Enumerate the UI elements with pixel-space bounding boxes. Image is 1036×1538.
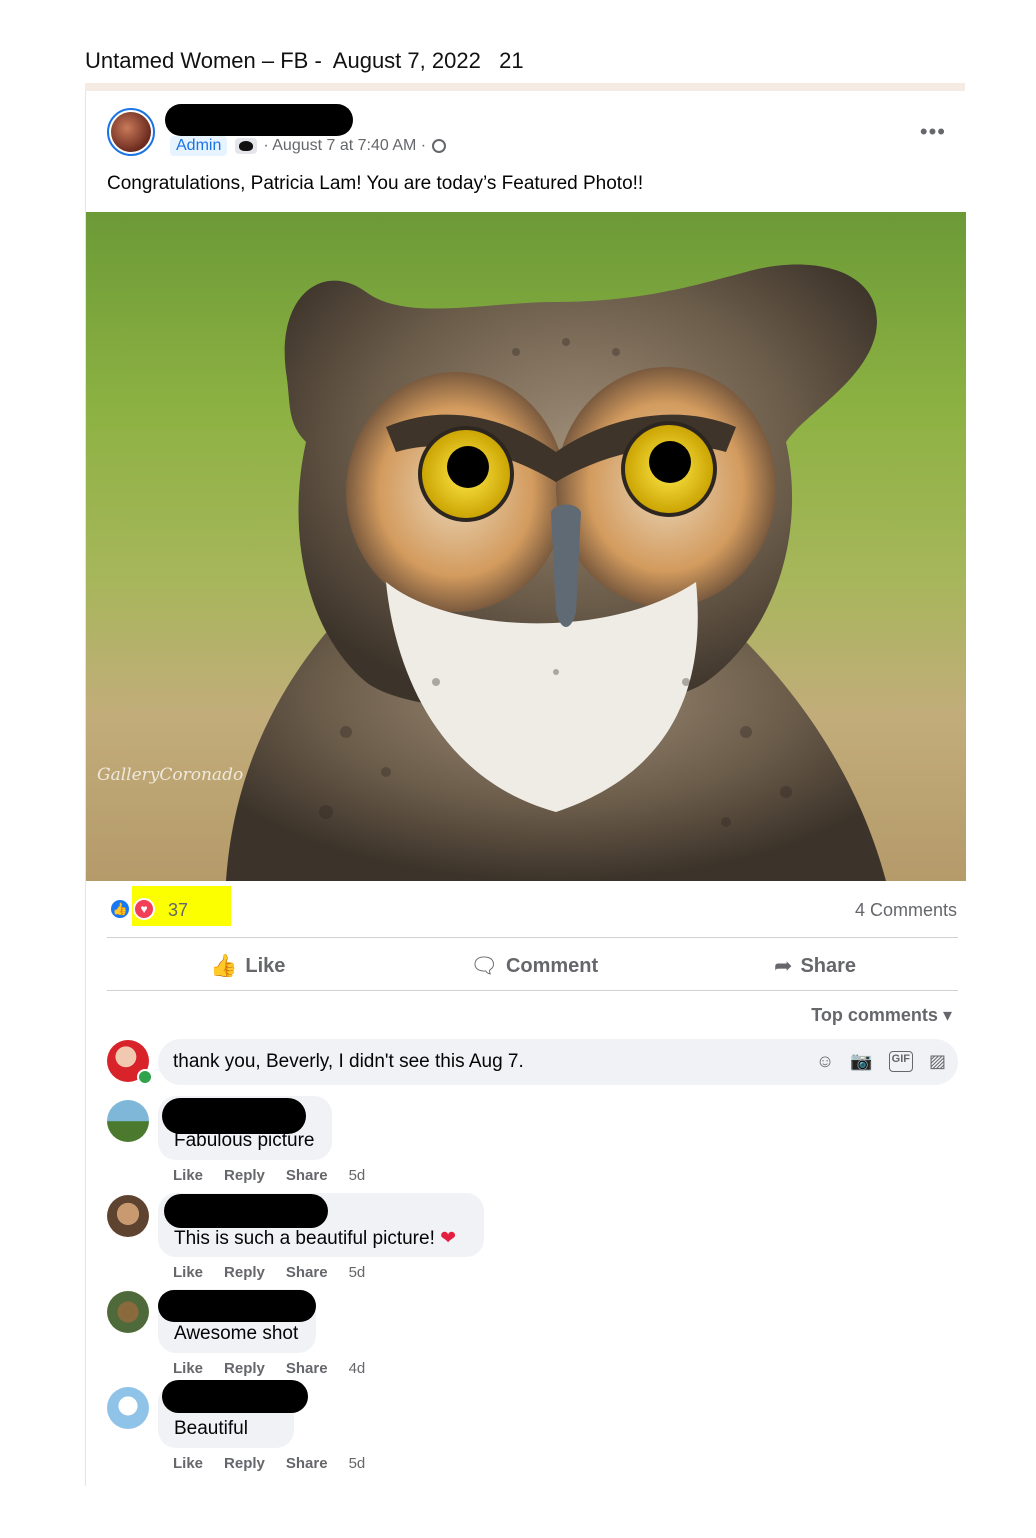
comment-sort-dropdown[interactable]: Top comments ▾ — [811, 1005, 952, 1026]
comment-time[interactable]: 5d — [349, 1167, 366, 1184]
divider — [107, 937, 958, 938]
like-label: Like — [245, 954, 286, 977]
comment-text: This is such a beautiful picture! ❤ — [174, 1227, 456, 1250]
comment-reply-link[interactable]: Reply — [224, 1264, 265, 1281]
composer-icons: ☺ 📷 GIF ▨ — [816, 1051, 946, 1072]
red-heart-icon: ❤ — [440, 1228, 457, 1249]
comment-reply-link[interactable]: Reply — [224, 1360, 265, 1377]
redacted-commenter-name — [164, 1194, 328, 1228]
comment-actions: Like Reply Share 5d — [173, 1167, 386, 1184]
comment-share-link[interactable]: Share — [286, 1167, 328, 1184]
redacted-author-name — [165, 104, 353, 136]
comment-actions: Like Reply Share 5d — [173, 1455, 386, 1472]
comment-text: Beautiful — [174, 1418, 248, 1439]
photo-watermark: GalleryCoronado — [97, 765, 244, 785]
comment-input-text: thank you, Beverly, I didn't see this Au… — [173, 1051, 524, 1072]
comment-label: Comment — [505, 954, 599, 977]
commenter-avatar[interactable] — [107, 1100, 149, 1142]
post-meta: Admin · August 7 at 7:40 AM · — [170, 136, 447, 156]
comment-sort-label: Top comments — [811, 1005, 938, 1025]
like-reaction-icon: 👍 — [109, 898, 131, 920]
comment-actions: Like Reply Share 4d — [173, 1360, 386, 1377]
comment-like-link[interactable]: Like — [173, 1360, 203, 1377]
more-options-icon[interactable]: ••• — [920, 119, 946, 145]
comment-text-content: This is such a beautiful picture! — [174, 1228, 435, 1249]
sticker-icon[interactable]: ▨ — [929, 1051, 946, 1072]
comment-reply-link[interactable]: Reply — [224, 1167, 265, 1184]
comment-like-link[interactable]: Like — [173, 1264, 203, 1281]
top-strip — [85, 83, 965, 91]
globe-icon — [432, 139, 447, 153]
comment-reply-link[interactable]: Reply — [224, 1455, 265, 1472]
comment-share-link[interactable]: Share — [286, 1360, 328, 1377]
comment-actions: Like Reply Share 5d — [173, 1264, 386, 1281]
post-card: Admin · August 7 at 7:40 AM · ••• Congra… — [85, 91, 966, 1486]
share-button[interactable]: ➦ Share — [774, 953, 856, 979]
gif-icon[interactable]: GIF — [888, 1051, 913, 1072]
comment-text: Awesome shot — [174, 1323, 299, 1344]
post-caption: Congratulations, Patricia Lam! You are t… — [107, 173, 644, 194]
share-label: Share — [800, 954, 857, 977]
speech-bubble-icon: 🗨 — [470, 953, 498, 978]
divider — [107, 990, 958, 991]
comments-count[interactable]: 4 Comments — [855, 900, 957, 921]
camera-icon[interactable]: 📷 — [850, 1051, 872, 1072]
group-avatar[interactable] — [107, 108, 155, 156]
comment-input[interactable]: thank you, Beverly, I didn't see this Au… — [158, 1039, 958, 1085]
comment-button[interactable]: 🗨 Comment — [470, 953, 598, 979]
share-arrow-icon: ➦ — [774, 953, 793, 978]
document-title: Untamed Women – FB - August 7, 2022 21 — [85, 48, 524, 73]
like-button[interactable]: 👍 Like — [210, 953, 285, 979]
admin-badge: Admin — [170, 136, 228, 156]
post-photo[interactable]: GalleryCoronado — [86, 212, 966, 881]
commenter-avatar[interactable] — [107, 1291, 149, 1333]
commenter-avatar[interactable] — [107, 1195, 149, 1237]
love-reaction-icon: ♥ — [133, 898, 155, 920]
commenter-avatar[interactable] — [107, 1387, 149, 1429]
online-status-dot — [137, 1069, 153, 1085]
reaction-count[interactable]: 37 — [168, 900, 188, 921]
redacted-commenter-name — [162, 1380, 308, 1413]
comment-like-link[interactable]: Like — [173, 1455, 203, 1472]
caret-down-icon: ▾ — [942, 1005, 952, 1025]
avatar-image — [111, 112, 151, 152]
comment-like-link[interactable]: Like — [173, 1167, 203, 1184]
comment-time[interactable]: 4d — [349, 1360, 366, 1377]
emoji-icon[interactable]: ☺ — [816, 1051, 834, 1072]
redacted-commenter-name — [162, 1098, 306, 1134]
thumbs-up-icon: 👍 — [210, 953, 238, 978]
redacted-commenter-name — [158, 1290, 316, 1322]
comment-share-link[interactable]: Share — [286, 1264, 328, 1281]
comment-share-link[interactable]: Share — [286, 1455, 328, 1472]
mask-badge-icon — [235, 138, 258, 154]
comment-time[interactable]: 5d — [349, 1455, 366, 1472]
comment-time[interactable]: 5d — [349, 1264, 366, 1281]
post-timestamp[interactable]: · August 7 at 7:40 AM · — [263, 137, 426, 155]
